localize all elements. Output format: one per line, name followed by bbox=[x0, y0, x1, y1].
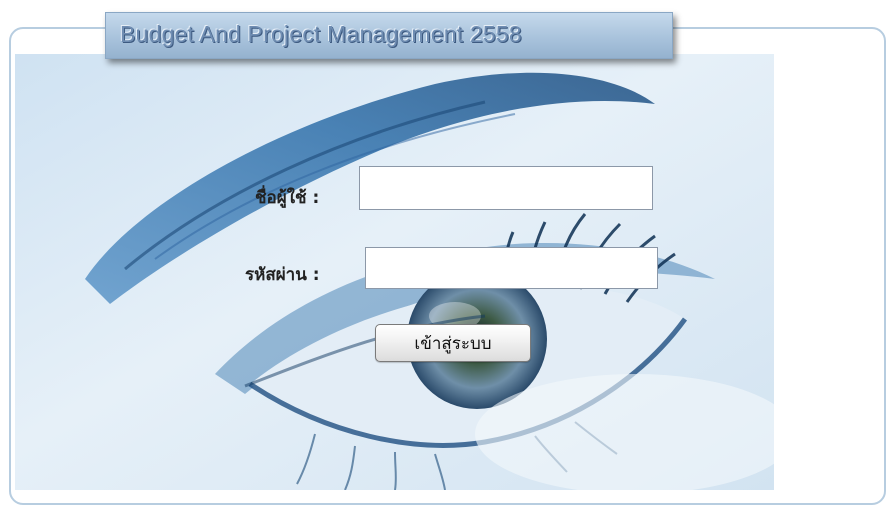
password-label: รหัสผ่าน : bbox=[245, 265, 320, 285]
password-input[interactable] bbox=[365, 247, 658, 289]
username-input[interactable] bbox=[359, 166, 653, 210]
username-label: ชื่อผู้ใช้ : bbox=[255, 188, 320, 208]
login-button[interactable]: เข้าสู่ระบบ bbox=[375, 324, 531, 362]
app-title: Budget And Project Management 2558 bbox=[120, 21, 522, 47]
app-title-tab: Budget And Project Management 2558 bbox=[105, 12, 673, 59]
